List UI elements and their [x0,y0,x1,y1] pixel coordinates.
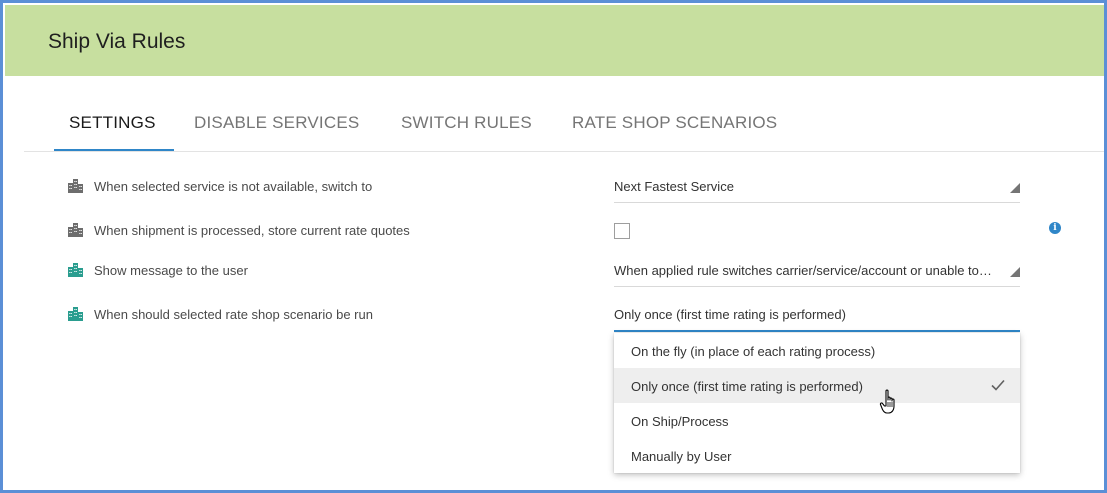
page-header: Ship Via Rules [5,5,1104,76]
tab-switch-rules[interactable]: SWITCH RULES [401,113,532,133]
option-label: Manually by User [631,449,732,464]
unavailable-service-select[interactable]: Next Fastest Service [614,172,1020,203]
setting-label-show-message: Show message to the user [94,263,248,278]
rate-shop-run-dropdown: On the fly (in place of each rating proc… [614,333,1020,473]
checkmark-icon [991,379,1005,391]
dropdown-option[interactable]: On Ship/Process [614,403,1020,438]
option-label: On Ship/Process [631,414,729,429]
show-message-select[interactable]: When applied rule switches carrier/servi… [614,256,1020,287]
app-window: Ship Via Rules SETTINGS DISABLE SERVICES… [0,0,1107,493]
dropdown-option-selected[interactable]: Only once (first time rating is performe… [614,368,1020,403]
building-icon [68,307,83,321]
info-icon[interactable]: i [1049,222,1061,234]
dropdown-arrow-icon [1010,183,1020,193]
option-label: Only once (first time rating is performe… [631,379,863,394]
dropdown-option[interactable]: Manually by User [614,438,1020,473]
tab-disable-services[interactable]: DISABLE SERVICES [194,113,359,133]
tab-settings[interactable]: SETTINGS [69,113,156,133]
dropdown-option[interactable]: On the fly (in place of each rating proc… [614,333,1020,368]
dropdown-arrow-icon [1010,267,1020,277]
building-icon [68,263,83,277]
tab-rate-shop-scenarios[interactable]: RATE SHOP SCENARIOS [572,113,777,133]
unavailable-service-value: Next Fastest Service [614,179,734,194]
store-rate-quotes-checkbox[interactable] [614,223,630,239]
page-title: Ship Via Rules [48,30,186,53]
hand-cursor-icon [879,389,895,414]
building-icon [68,223,83,237]
show-message-value: When applied rule switches carrier/servi… [614,263,994,278]
setting-label-unavailable-service: When selected service is not available, … [94,179,373,194]
option-label: On the fly (in place of each rating proc… [631,344,876,359]
rate-shop-run-value: Only once (first time rating is performe… [614,307,846,322]
active-tab-indicator [54,149,174,151]
setting-label-rate-shop-run: When should selected rate shop scenario … [94,307,373,322]
building-icon [68,179,83,193]
tab-bar: SETTINGS DISABLE SERVICES SWITCH RULES R… [24,103,1104,152]
rate-shop-run-select[interactable]: Only once (first time rating is performe… [614,300,1020,332]
setting-label-store-rate-quotes: When shipment is processed, store curren… [94,223,410,238]
